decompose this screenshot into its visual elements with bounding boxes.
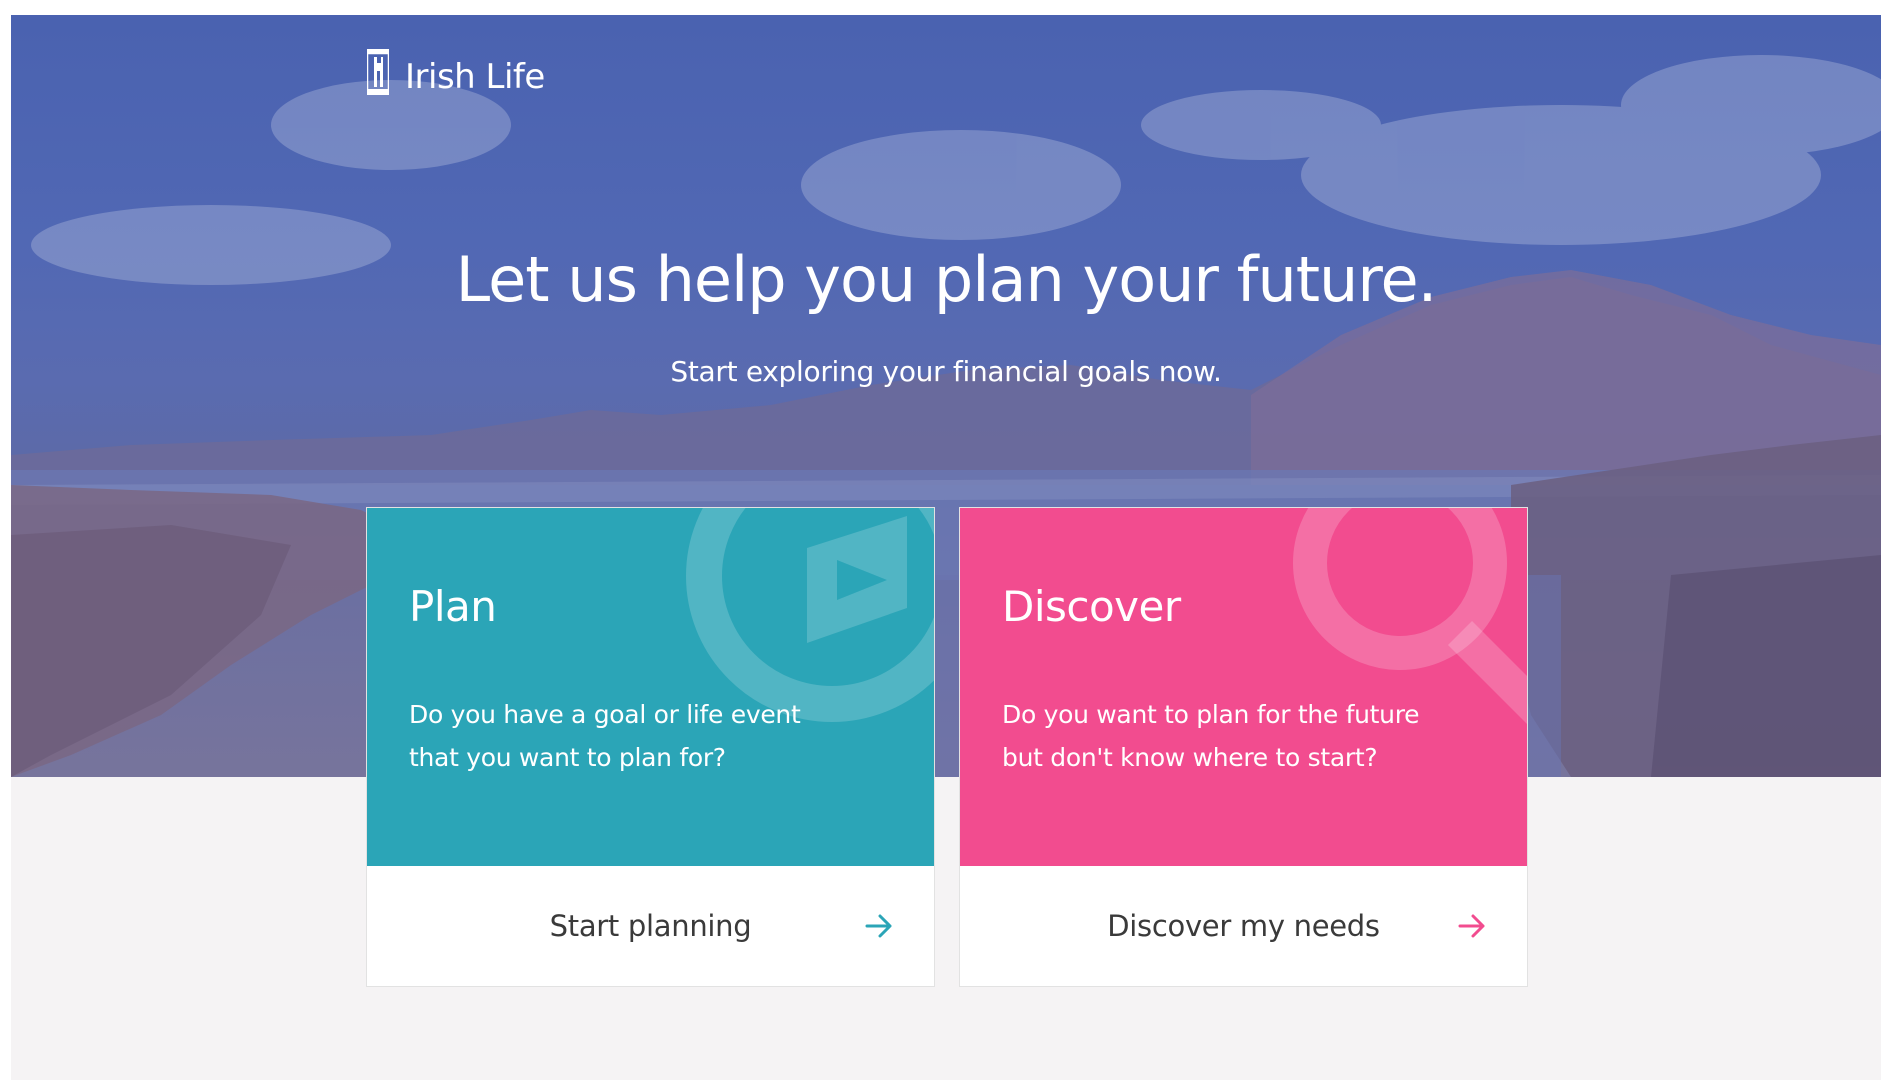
irish-life-logo-icon: [367, 49, 389, 95]
plan-card-description: Do you have a goal or life event that yo…: [409, 700, 801, 772]
start-planning-button[interactable]: Start planning: [367, 866, 934, 986]
plan-card-title: Plan: [409, 582, 497, 631]
arrow-right-icon: [865, 914, 892, 938]
discover-my-needs-label: Discover my needs: [1107, 909, 1380, 943]
hero-subtitle: Start exploring your financial goals now…: [670, 355, 1222, 388]
plan-card-header: Plan Do you have a goal or life event th…: [367, 508, 934, 866]
play-target-icon: [686, 508, 934, 722]
start-planning-label: Start planning: [549, 909, 752, 943]
landscape-background-image: [11, 55, 1881, 777]
brand-logo[interactable]: Irish Life: [367, 47, 545, 97]
discover-my-needs-button[interactable]: Discover my needs: [960, 866, 1527, 986]
hero-title: Let us help you plan your future.: [455, 243, 1438, 316]
discover-card-title: Discover: [1002, 582, 1181, 631]
discover-card-header: Discover Do you want to plan for the fut…: [960, 508, 1527, 866]
page: Irish Life Let us help you plan your fut…: [11, 15, 1881, 1080]
plan-card[interactable]: Plan Do you have a goal or life event th…: [366, 507, 935, 987]
discover-card[interactable]: Discover Do you want to plan for the fut…: [959, 507, 1528, 987]
arrow-right-icon: [1458, 914, 1485, 938]
magnifier-icon: [1293, 508, 1527, 725]
discover-card-description: Do you want to plan for the future but d…: [1002, 700, 1420, 772]
brand-name: Irish Life: [405, 57, 545, 97]
hero-banner: Irish Life Let us help you plan your fut…: [11, 15, 1881, 777]
